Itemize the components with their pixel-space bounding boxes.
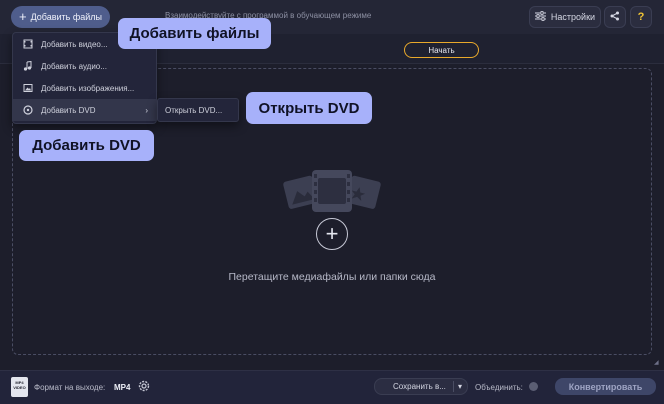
gear-icon[interactable] <box>137 379 151 398</box>
dvd-icon <box>23 105 33 115</box>
share-icon <box>610 8 620 26</box>
menu-item-add-images[interactable]: Добавить изображения... <box>13 77 156 99</box>
save-to-select[interactable]: Сохранить в... ▾ <box>374 378 468 395</box>
output-format-icon[interactable]: MP4 VIDEO <box>11 377 28 397</box>
chevron-right-icon: › <box>145 105 148 115</box>
audio-icon <box>23 61 33 71</box>
menu-item-add-dvd[interactable]: Добавить DVD › <box>13 99 156 121</box>
menu-item-label: Добавить DVD <box>41 105 96 115</box>
callout-add-dvd: Добавить DVD <box>19 130 154 161</box>
add-files-label: Добавить файлы <box>30 12 103 22</box>
drop-hint: Перетащите медиафайлы или папки сюда <box>228 271 436 283</box>
chevron-down-icon[interactable]: ▾ <box>458 382 462 391</box>
video-icon <box>23 39 33 49</box>
menu-item-add-audio[interactable]: Добавить аудио... <box>13 55 156 77</box>
menu-item-label: Добавить изображения... <box>41 83 135 93</box>
media-files-icon <box>283 170 381 212</box>
menu-item-label: Добавить видео... <box>41 39 108 49</box>
callout-open-dvd: Открыть DVD <box>246 92 372 124</box>
settings-button[interactable]: Настройки <box>529 6 601 28</box>
open-dvd-menu-item[interactable]: Открыть DVD... <box>157 98 239 122</box>
sliders-icon <box>534 11 546 23</box>
merge-label: Объединить: <box>475 383 523 392</box>
convert-button[interactable]: Конвертировать <box>555 378 656 395</box>
plus-icon: + <box>19 9 27 24</box>
resize-handle-icon[interactable]: ◢ <box>654 359 662 367</box>
divider <box>453 381 454 392</box>
share-button[interactable] <box>604 6 626 28</box>
settings-label: Настройки <box>550 12 596 22</box>
start-tutorial-button[interactable]: Начать <box>404 42 479 58</box>
output-format-label: Формат на выходе: <box>34 383 106 392</box>
add-files-button[interactable]: + Добавить файлы <box>11 6 110 28</box>
add-media-button[interactable]: + <box>316 218 348 250</box>
help-button[interactable]: ? <box>630 6 652 28</box>
plus-icon: + <box>325 221 339 246</box>
menu-item-label: Добавить аудио... <box>41 61 107 71</box>
callout-add-files: Добавить файлы <box>118 18 271 49</box>
output-format-value[interactable]: MP4 <box>114 383 130 392</box>
help-label: ? <box>637 11 645 23</box>
merge-toggle[interactable] <box>529 382 538 391</box>
save-to-label: Сохранить в... <box>393 382 446 391</box>
image-icon <box>23 83 33 93</box>
